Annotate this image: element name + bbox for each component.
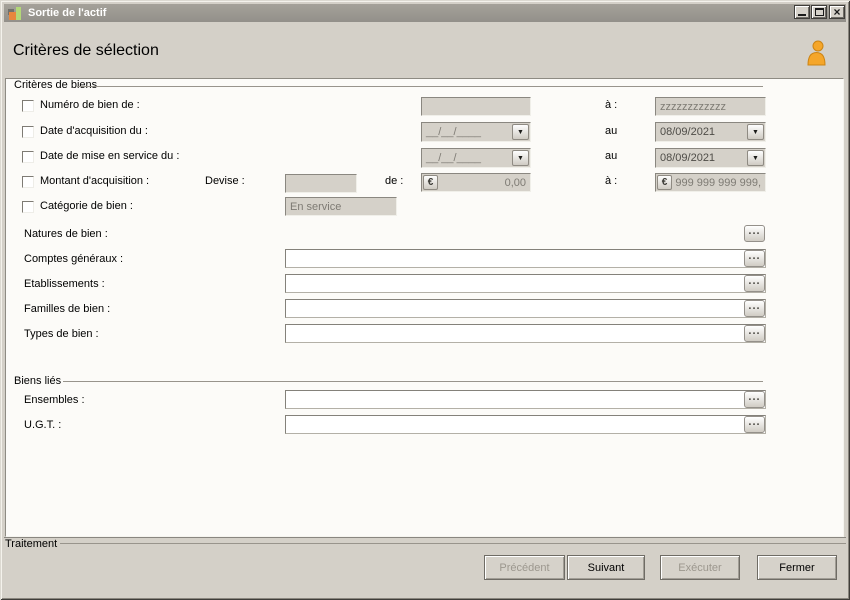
group-line-traitement (60, 543, 846, 544)
titlebar[interactable]: Sortie de l'actif (4, 4, 846, 22)
person-icon[interactable] (804, 39, 828, 67)
date-mise-service-from-combo: __/__/____ ▼ (421, 148, 531, 168)
euro-icon: € (657, 175, 672, 190)
label-etablissements: Etablissements : (24, 278, 105, 291)
ellipsis-icon: ... (748, 300, 760, 312)
fermer-button[interactable]: Fermer (757, 555, 837, 580)
app-icon (8, 6, 22, 20)
label-date-mise-service-to: au (605, 150, 617, 163)
numero-from-field (421, 97, 531, 116)
date-acquisition-from-dropdown-button: ▼ (512, 124, 529, 140)
ensembles-browse-button[interactable]: ... (744, 391, 765, 408)
maximize-icon (815, 8, 824, 16)
executer-button: Exécuter (660, 555, 740, 580)
chevron-down-icon: ▼ (752, 155, 759, 162)
label-natures-de-bien: Natures de bien : (24, 228, 108, 241)
ellipsis-icon: ... (748, 225, 760, 237)
date-mise-service-to-combo: 08/09/2021 ▼ (655, 148, 766, 168)
familles-de-bien-browse-button[interactable]: ... (744, 300, 765, 317)
close-button[interactable]: × (829, 5, 845, 19)
ugt-browse-button[interactable]: ... (744, 416, 765, 433)
label-categorie-de-bien: Catégorie de bien : (40, 200, 133, 213)
date-mise-service-to-dropdown-button: ▼ (747, 150, 764, 166)
montant-to-value: 999 999 999 999, (672, 177, 765, 189)
familles-de-bien-field[interactable] (285, 299, 766, 318)
date-acquisition-to-combo: 08/09/2021 ▼ (655, 122, 766, 142)
label-devise: Devise : (205, 175, 245, 188)
chevron-down-icon: ▼ (752, 129, 759, 136)
comptes-generaux-browse-button[interactable]: ... (744, 250, 765, 267)
label-comptes-generaux: Comptes généraux : (24, 253, 123, 266)
types-de-bien-browse-button[interactable]: ... (744, 325, 765, 342)
label-date-acquisition-to: au (605, 125, 617, 138)
montant-to-field: € 999 999 999 999, (655, 173, 766, 192)
window: Sortie de l'actif × Critères de sélectio… (0, 0, 850, 600)
categorie-field: En service (285, 197, 397, 216)
group-line-criteres-biens (77, 86, 763, 87)
devise-field (285, 174, 357, 193)
group-label-traitement: Traitement (5, 538, 59, 550)
app-icon-green-bar (16, 7, 21, 20)
comptes-generaux-field[interactable] (285, 249, 766, 268)
ellipsis-icon: ... (748, 416, 760, 428)
checkbox-montant-acquisition[interactable] (22, 176, 34, 188)
date-mise-service-to-value: 08/09/2021 (656, 152, 747, 164)
group-line-biens-lies (63, 381, 763, 382)
ellipsis-icon: ... (748, 275, 760, 287)
minimize-button[interactable] (794, 5, 810, 19)
label-date-acquisition: Date d'acquisition du : (40, 125, 148, 138)
label-ugt: U.G.T. : (24, 419, 61, 432)
group-label-criteres-biens: Critères de biens (13, 79, 100, 91)
label-familles-de-bien: Familles de bien : (24, 303, 110, 316)
label-date-mise-service: Date de mise en service du : (40, 150, 179, 163)
montant-from-value: 0,00 (438, 177, 530, 189)
numero-to-value: zzzzzzzzzzzz (656, 101, 726, 113)
checkbox-numero-de-bien[interactable] (22, 100, 34, 112)
window-title: Sortie de l'actif (28, 7, 106, 19)
maximize-button[interactable] (811, 5, 827, 19)
ensembles-field[interactable] (285, 390, 766, 409)
ugt-field[interactable] (285, 415, 766, 434)
close-icon: × (830, 6, 844, 18)
minimize-icon (798, 14, 806, 16)
date-acquisition-from-value: __/__/____ (422, 126, 512, 138)
etablissements-field[interactable] (285, 274, 766, 293)
date-mise-service-from-value: __/__/____ (422, 152, 512, 164)
label-ensembles: Ensembles : (24, 394, 85, 407)
date-acquisition-from-combo: __/__/____ ▼ (421, 122, 531, 142)
etablissements-browse-button[interactable]: ... (744, 275, 765, 292)
ellipsis-icon: ... (748, 250, 760, 262)
label-numero-de-bien: Numéro de bien de : (40, 99, 140, 112)
app-icon-orange-bar (9, 12, 16, 20)
date-acquisition-to-dropdown-button: ▼ (747, 124, 764, 140)
group-label-biens-lies: Biens liés (13, 375, 64, 387)
label-numero-to: à : (605, 99, 617, 112)
ellipsis-icon: ... (748, 325, 760, 337)
ellipsis-icon: ... (748, 391, 760, 403)
label-montant-acquisition: Montant d'acquisition : (40, 175, 149, 188)
montant-from-field: € 0,00 (421, 173, 531, 192)
chevron-down-icon: ▼ (517, 129, 524, 136)
numero-to-field: zzzzzzzzzzzz (655, 97, 766, 116)
checkbox-date-acquisition[interactable] (22, 126, 34, 138)
label-montant-de: de : (385, 175, 403, 188)
date-acquisition-to-value: 08/09/2021 (656, 126, 747, 138)
label-montant-a: à : (605, 175, 617, 188)
categorie-value: En service (286, 201, 341, 213)
label-types-de-bien: Types de bien : (24, 328, 99, 341)
date-mise-service-from-dropdown-button: ▼ (512, 150, 529, 166)
checkbox-categorie-de-bien[interactable] (22, 201, 34, 213)
page-title: Critères de sélection (13, 42, 159, 60)
precedent-button: Précédent (484, 555, 565, 580)
natures-browse-button[interactable]: ... (744, 225, 765, 242)
types-de-bien-field[interactable] (285, 324, 766, 343)
chevron-down-icon: ▼ (517, 155, 524, 162)
suivant-button[interactable]: Suivant (567, 555, 645, 580)
checkbox-date-mise-service[interactable] (22, 151, 34, 163)
euro-icon: € (423, 175, 438, 190)
